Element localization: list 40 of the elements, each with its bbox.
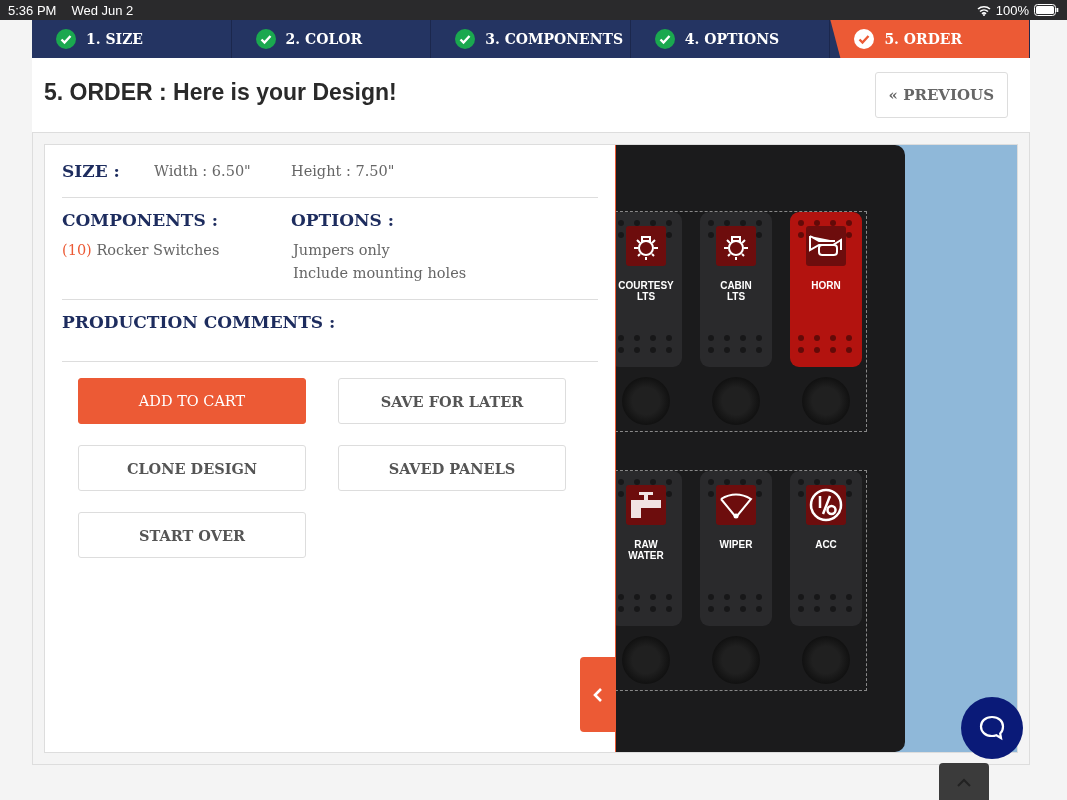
- height-value: Height : 7.50": [291, 163, 395, 179]
- action-button[interactable]: CLONE DESIGN: [78, 445, 306, 491]
- previous-button[interactable]: « PREVIOUS: [874, 72, 1008, 118]
- size-label: SIZE :: [62, 161, 121, 181]
- component-count: (10): [62, 242, 92, 258]
- options-label: OPTIONS :: [291, 210, 395, 230]
- check-icon: [854, 29, 875, 49]
- faucet-icon: [629, 491, 663, 519]
- action-button[interactable]: SAVE FOR LATER: [338, 378, 566, 424]
- horn-icon: [809, 233, 843, 259]
- battery-icon: [1034, 4, 1059, 16]
- action-button[interactable]: SAVED PANELS: [338, 445, 566, 491]
- action-button[interactable]: START OVER: [78, 512, 306, 558]
- switch-label: ACC: [815, 539, 837, 550]
- status-time: 5:36 PM: [8, 2, 57, 18]
- battery-percentage: 100%: [995, 2, 1029, 18]
- option-text: Jumpers only: [293, 241, 391, 260]
- switch-label: WIPER: [719, 539, 753, 550]
- status-date: Wed Jun 2: [71, 2, 134, 18]
- production-comments-label: PRODUCTION COMMENTS :: [62, 312, 337, 332]
- collapse-button[interactable]: [580, 657, 615, 732]
- switch-label: CABIN LTS: [720, 280, 752, 302]
- check-icon: [255, 29, 276, 49]
- components-label: COMPONENTS :: [62, 210, 219, 230]
- chevron-up-icon: [956, 778, 972, 788]
- switch-label: RAW WATER: [628, 539, 664, 561]
- wifi-icon: [976, 4, 991, 16]
- switch-label: COURTESY LTS: [618, 280, 674, 302]
- chat-icon: [977, 713, 1007, 743]
- scroll-top-button[interactable]: [939, 763, 989, 800]
- width-value: Width : 6.50": [154, 163, 252, 179]
- component-name: Rocker Switches: [96, 242, 220, 258]
- page-title: 5. ORDER : Here is your Design!: [44, 79, 397, 106]
- switch-label: HORN: [811, 280, 841, 291]
- chevron-left-icon: [591, 686, 604, 703]
- option-text: Include mounting holes: [293, 264, 468, 283]
- check-icon: [56, 29, 76, 49]
- check-icon: [654, 29, 675, 49]
- check-icon: [455, 29, 476, 49]
- wiper-icon: [719, 491, 753, 519]
